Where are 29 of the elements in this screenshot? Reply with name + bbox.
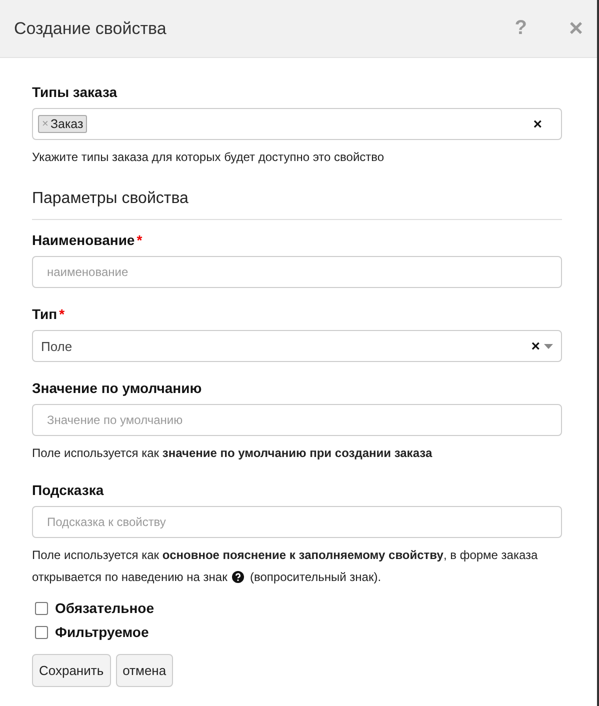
tag-label: Заказ bbox=[50, 117, 84, 131]
checkbox-label[interactable]: Обязательное bbox=[55, 600, 154, 616]
clear-icon[interactable]: × bbox=[533, 116, 542, 132]
field-label: Значение по умолчанию bbox=[32, 380, 202, 396]
section-heading: Параметры свойства bbox=[32, 186, 562, 220]
required-mark: * bbox=[136, 232, 142, 248]
window-title: Создание свойства bbox=[14, 18, 168, 38]
input-field[interactable]: Значение по умолчанию bbox=[32, 404, 562, 436]
order-types-field[interactable]: × Заказ × bbox=[32, 108, 562, 140]
cancel-button[interactable]: отмена bbox=[116, 654, 174, 687]
caret-icon bbox=[544, 344, 553, 348]
input-field[interactable]: наименование bbox=[32, 256, 562, 288]
type-select[interactable]: Поле × bbox=[32, 330, 562, 362]
help-text: Поле используется как основное пояснение к заполняемому свойству, в форме заказа открывается по наведению на знак (вопросительный знак). bbox=[32, 547, 539, 586]
field-label: Типы заказа bbox=[32, 84, 118, 100]
field-label: Тип bbox=[32, 306, 58, 322]
input-field[interactable]: Подсказка к свойству bbox=[32, 506, 562, 538]
checkbox[interactable] bbox=[35, 626, 48, 638]
tag-chip[interactable]: × Заказ bbox=[38, 115, 88, 133]
checkbox-label[interactable]: Фильтруемое bbox=[55, 624, 149, 640]
question-icon bbox=[232, 571, 244, 583]
help-text: Укажите типы заказа для которых будет доступно это свойство bbox=[32, 149, 386, 166]
field-label: Подсказка bbox=[32, 482, 104, 498]
clear-icon[interactable]: × bbox=[531, 338, 540, 354]
save-button[interactable]: Сохранить bbox=[32, 654, 111, 687]
required-mark: * bbox=[59, 306, 65, 322]
field-label: Наименование bbox=[32, 232, 135, 248]
help-text: Поле используется как значение по умолчанию при создании заказа bbox=[32, 445, 434, 462]
checkbox[interactable] bbox=[35, 602, 48, 614]
